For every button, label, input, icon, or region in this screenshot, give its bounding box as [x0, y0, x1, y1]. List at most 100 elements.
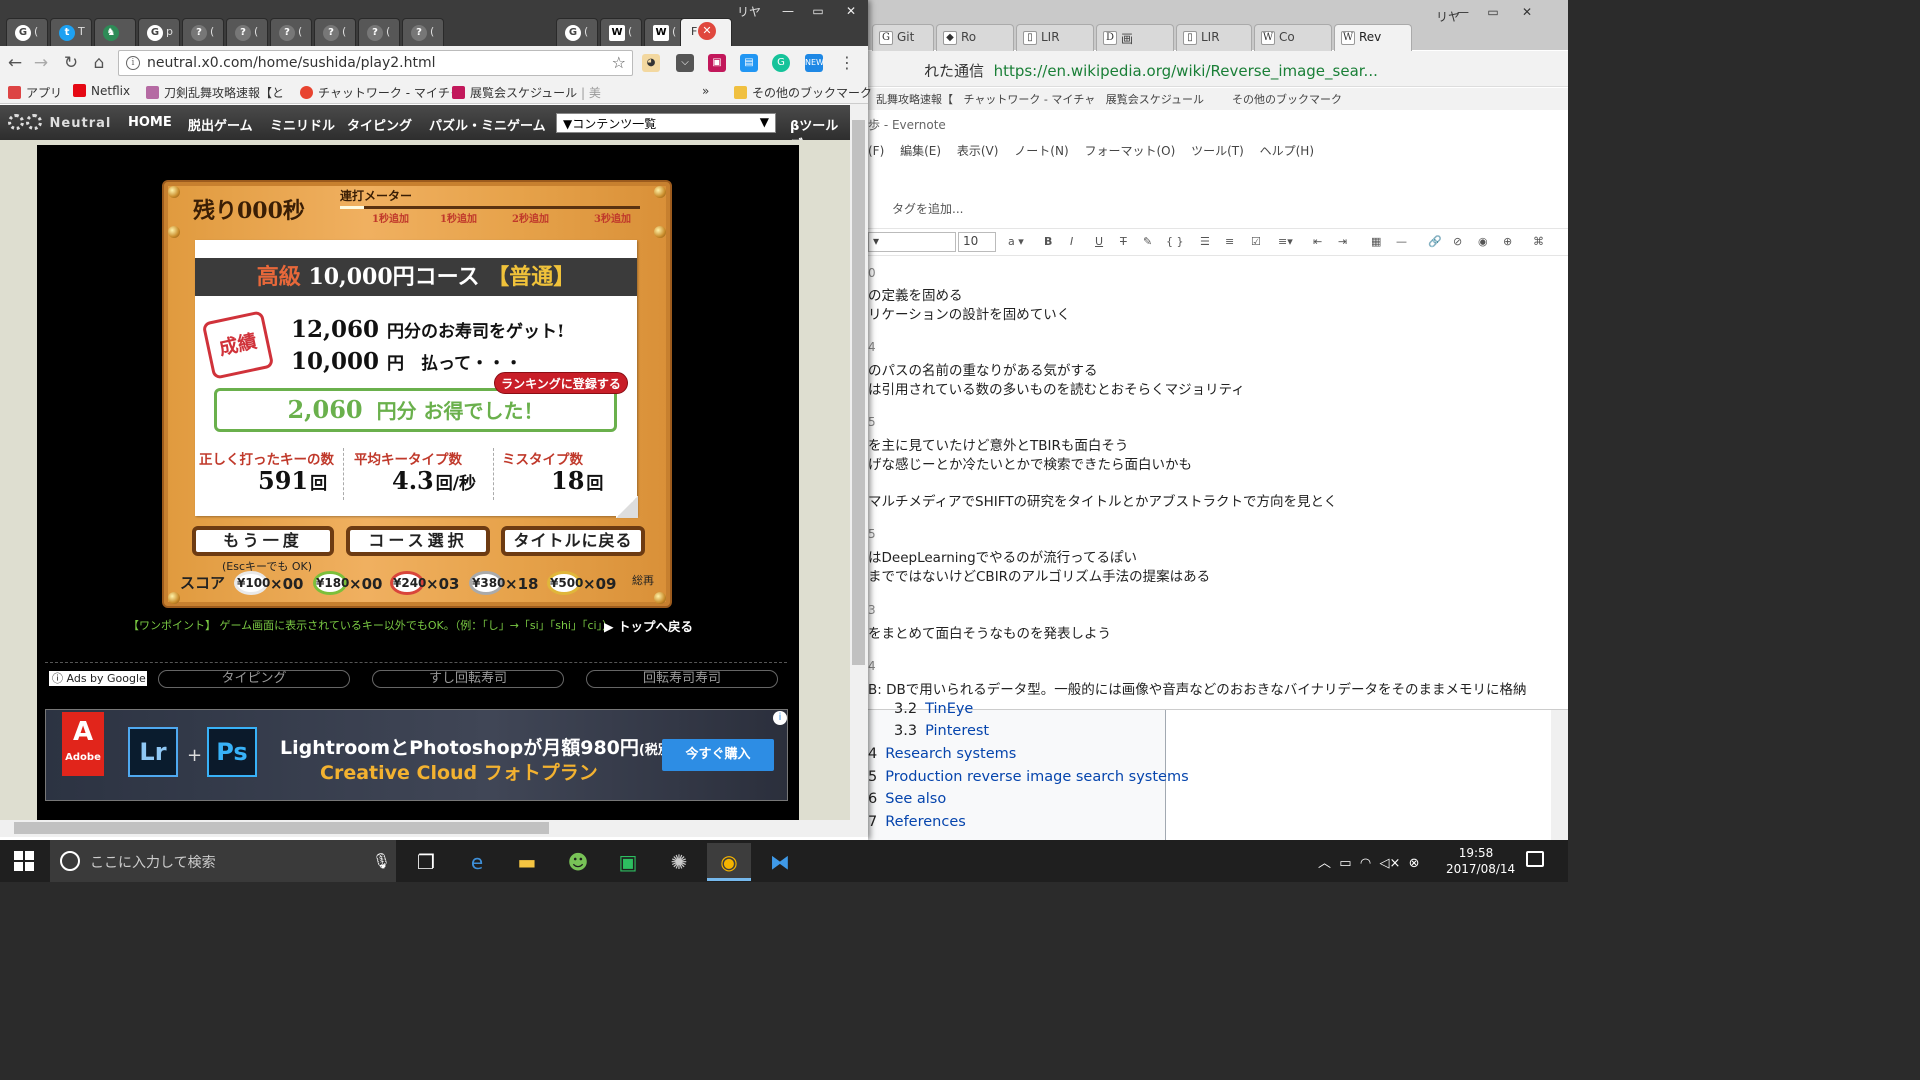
- bg-bookmark-other[interactable]: その他のブックマーク: [1232, 93, 1342, 106]
- align-icon[interactable]: ≡▾: [1278, 235, 1293, 248]
- horizontal-scroll-thumb[interactable]: [14, 822, 549, 834]
- toc-link[interactable]: 6 See also: [868, 791, 946, 807]
- code-icon[interactable]: { }: [1166, 235, 1184, 248]
- course-select-button[interactable]: コース選択: [346, 526, 490, 556]
- address-bar[interactable]: i neutral.x0.com/home/sushida/play2.html…: [118, 50, 633, 76]
- fg-tab-11[interactable]: G(: [556, 18, 598, 46]
- fg-tab-1[interactable]: G(: [6, 18, 48, 46]
- more-icon[interactable]: ⌘: [1533, 235, 1544, 248]
- fg-tab-8[interactable]: ?(: [314, 18, 356, 46]
- menu-view[interactable]: 表示(V): [957, 144, 999, 158]
- forward-icon[interactable]: →: [30, 53, 52, 75]
- text-color-icon[interactable]: a ▾: [1008, 235, 1024, 248]
- bookmark-apps[interactable]: アプリ: [8, 84, 62, 101]
- link-icon[interactable]: 🔗: [1428, 235, 1442, 248]
- edge-icon[interactable]: e: [455, 843, 499, 881]
- bookmark-exhibitions[interactable]: 展覧会スケジュール | 美: [452, 84, 601, 101]
- bookmarks-overflow-icon[interactable]: »: [702, 84, 709, 98]
- maximize-icon[interactable]: ▭: [1478, 4, 1508, 22]
- reload-icon[interactable]: ↻: [60, 53, 82, 75]
- table-icon[interactable]: ▦: [1371, 235, 1381, 248]
- volume-icon[interactable]: ◁×: [1379, 856, 1400, 871]
- bg-bookmark-item[interactable]: 展覧会スケジュール: [1106, 93, 1204, 106]
- encrypt-icon[interactable]: ⊕: [1503, 235, 1512, 248]
- maximize-icon[interactable]: ▭: [803, 2, 833, 20]
- menu-format[interactable]: フォーマット(O): [1084, 144, 1175, 158]
- url-text[interactable]: neutral.x0.com/home/sushida/play2.html: [147, 55, 435, 71]
- close-icon[interactable]: ✕: [836, 2, 866, 20]
- contents-select[interactable]: ▼コンテンツ一覧 ▼: [556, 113, 776, 133]
- minimize-icon[interactable]: —: [773, 2, 803, 20]
- nav-mini-riddle[interactable]: ミニリドル: [270, 115, 335, 134]
- register-ranking-button[interactable]: ランキングに登録する: [494, 372, 628, 394]
- menu-tools[interactable]: ツール(T): [1191, 144, 1244, 158]
- fg-tab-12[interactable]: W(: [600, 18, 642, 46]
- nav-typing[interactable]: タイピング: [347, 115, 412, 134]
- fg-tab-6[interactable]: ?(: [226, 18, 268, 46]
- bg-tab-3[interactable]: ▯ LIR: [1016, 24, 1094, 51]
- fg-tab-3[interactable]: ♞: [94, 18, 136, 46]
- network-app-icon[interactable]: ✺: [657, 843, 701, 881]
- font-size-select[interactable]: 10: [958, 232, 996, 252]
- fg-tab-7[interactable]: ?(: [270, 18, 312, 46]
- back-to-title-button[interactable]: タイトルに戻る: [501, 526, 645, 556]
- clock[interactable]: 19:58 2017/08/14: [1446, 845, 1515, 877]
- search-placeholder[interactable]: ここに入力して検索: [90, 852, 216, 872]
- bookmark-netflix[interactable]: Netflix: [73, 84, 130, 98]
- divider-icon[interactable]: —: [1396, 235, 1407, 248]
- highlight-icon[interactable]: ✎: [1143, 235, 1152, 248]
- bg-bookmark-item[interactable]: 乱舞攻略速報【: [876, 93, 953, 106]
- menu-help[interactable]: ヘルプ(H): [1260, 144, 1314, 158]
- ad-link-typing[interactable]: タイピング: [158, 670, 350, 688]
- fg-tab-9[interactable]: ?(: [358, 18, 400, 46]
- toc-link[interactable]: 5 Production reverse image search systems: [868, 769, 1189, 785]
- fg-tab-2[interactable]: tT: [50, 18, 92, 46]
- close-icon[interactable]: ✕: [1512, 4, 1542, 22]
- grammarly-icon[interactable]: G: [772, 54, 790, 72]
- ad-link-kaiten[interactable]: 回転寿司寿司: [586, 670, 778, 688]
- evernote-icon[interactable]: ▣: [606, 843, 650, 881]
- record-icon[interactable]: ◉: [1478, 235, 1488, 248]
- bookmark-chatwork[interactable]: チャットワーク - マイチャ: [300, 84, 462, 101]
- system-tray[interactable]: ︿ ▭ ◠ ◁× ⊗: [1318, 852, 1420, 871]
- toc-link[interactable]: 3.3 Pinterest: [894, 723, 989, 739]
- bold-icon[interactable]: B: [1044, 235, 1052, 248]
- windows-start-icon[interactable]: [14, 851, 34, 871]
- pocket-icon[interactable]: ⌵: [676, 54, 694, 72]
- fg-profile-name[interactable]: リヤ: [737, 3, 761, 20]
- buy-now-button[interactable]: 今すぐ購入: [662, 739, 774, 771]
- underline-icon[interactable]: U: [1095, 235, 1103, 248]
- bullet-list-icon[interactable]: ☰: [1200, 235, 1210, 248]
- bg-bookmark-item[interactable]: チャットワーク - マイチャ: [964, 93, 1096, 106]
- strikethrough-icon[interactable]: T: [1120, 235, 1127, 248]
- site-logo[interactable]: Neutral: [8, 114, 111, 131]
- battery-icon[interactable]: ▭: [1339, 856, 1351, 871]
- numbered-list-icon[interactable]: ≡: [1225, 235, 1234, 248]
- microphone-icon[interactable]: 🎙: [372, 852, 391, 870]
- extension-blue-icon[interactable]: ▤: [740, 54, 758, 72]
- back-to-top-link[interactable]: ▶ トップへ戻る: [604, 616, 693, 635]
- ime-icon[interactable]: ⊗: [1409, 856, 1420, 871]
- task-view-icon[interactable]: ❐: [404, 843, 448, 881]
- bg-tab-7[interactable]: W Rev: [1334, 24, 1412, 51]
- bookmark-other[interactable]: その他のブックマーク: [734, 84, 872, 101]
- bg-tab-4[interactable]: D画: [1096, 24, 1174, 51]
- ad-choices-icon[interactable]: i: [773, 711, 787, 725]
- toc-link[interactable]: 7 References: [868, 814, 966, 830]
- wifi-icon[interactable]: ◠: [1360, 856, 1371, 871]
- bg-address-bar[interactable]: れた通信 https://en.wikipedia.org/wiki/Rever…: [924, 60, 1378, 81]
- italic-icon[interactable]: I: [1070, 235, 1073, 248]
- checkbox-icon[interactable]: ☑: [1251, 235, 1261, 248]
- foreground-browser-window[interactable]: G( tT ♞ Gp ?( ?( ?( ?( ?( ?( G( W( W( F …: [0, 0, 872, 840]
- indent-icon[interactable]: ⇥: [1338, 235, 1347, 248]
- fg-tab-5[interactable]: ?(: [182, 18, 224, 46]
- file-explorer-icon[interactable]: ▬: [505, 843, 549, 881]
- bg-tab-6[interactable]: W Co: [1254, 24, 1332, 51]
- bg-tab-2[interactable]: ◆ Ro: [936, 24, 1014, 51]
- action-center-icon[interactable]: [1526, 851, 1544, 867]
- minimize-icon[interactable]: —: [1448, 4, 1478, 22]
- home-icon[interactable]: ⌂: [88, 53, 110, 75]
- tab-close-icon[interactable]: ✕: [698, 22, 716, 40]
- bookmark-touken[interactable]: 刀剣乱舞攻略速報【と: [146, 84, 284, 101]
- back-icon[interactable]: ←: [4, 53, 26, 75]
